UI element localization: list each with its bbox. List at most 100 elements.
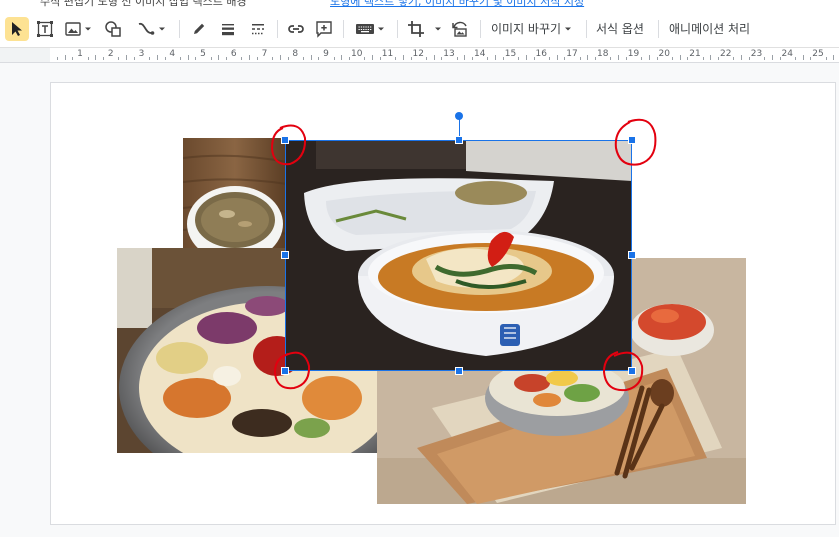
reset-image-icon: [451, 20, 469, 38]
line-icon: [136, 20, 156, 38]
ruler-tick: [495, 55, 497, 60]
chevron-down-icon: [434, 25, 442, 33]
replace-image-menu[interactable]: 이미지 바꾸기: [491, 17, 572, 41]
keyboard-icon: [355, 22, 375, 36]
replace-image-label: 이미지 바꾸기: [491, 22, 562, 36]
ruler-tick: [425, 57, 427, 60]
ruler-tick: [156, 55, 158, 60]
help-link-fragment[interactable]: 도형에 텍스트 넣기, 이미지 바꾸기 및 이미지 서식 지정: [330, 0, 584, 9]
ruler-tick: [249, 55, 251, 60]
ruler-tick: [126, 55, 128, 60]
format-options-button[interactable]: 서식 옵션: [596, 17, 644, 41]
crop-icon: [407, 20, 425, 38]
ruler-number: 24: [781, 49, 793, 59]
ruler-tick: [679, 55, 681, 60]
select-tool-button[interactable]: [5, 17, 29, 41]
ruler-tick: [87, 57, 89, 60]
ruler-tick: [95, 55, 97, 60]
ruler-tick: [641, 57, 643, 60]
ruler-tick: [595, 57, 597, 60]
ruler-tick: [625, 57, 627, 60]
chevron-down-icon: [158, 25, 166, 33]
ruler-tick: [379, 57, 381, 60]
ruler-number: 12: [412, 49, 424, 59]
ruler-number: 5: [200, 49, 206, 59]
ruler-tick: [64, 55, 66, 60]
select-arrow-icon: [10, 21, 24, 37]
border-dash-button[interactable]: [246, 17, 270, 41]
ruler-tick: [579, 57, 581, 60]
ruler-tick: [187, 55, 189, 60]
ruler-tick: [810, 57, 812, 60]
ruler-tick: [372, 55, 374, 60]
ruler-tick: [502, 57, 504, 60]
reset-image-button[interactable]: [448, 17, 472, 41]
ruler-tick: [103, 57, 105, 60]
link-icon: [287, 23, 305, 35]
rotate-handle[interactable]: [455, 112, 463, 120]
ruler-number: 9: [323, 49, 329, 59]
ruler-number: 10: [351, 49, 363, 59]
ruler-tick: [656, 57, 658, 60]
border-color-button[interactable]: [187, 17, 211, 41]
text-box-icon: [36, 20, 54, 38]
ruler-number: 7: [261, 49, 268, 59]
insert-image-button[interactable]: [61, 17, 95, 41]
menu-fragment: 수식 편집기 도형 선 이미지 삽입 텍스트 배경: [40, 0, 247, 8]
ruler-tick: [556, 55, 558, 60]
ruler-number: 6: [230, 49, 237, 59]
ruler-tick: [364, 57, 366, 60]
ruler-tick: [164, 57, 166, 60]
ruler-tick: [395, 57, 397, 60]
ruler-number: 1: [77, 49, 83, 59]
ruler-tick: [287, 57, 289, 60]
ruler-tick: [402, 55, 404, 60]
add-comment-icon: [315, 20, 333, 38]
ruler-tick: [149, 57, 151, 60]
ruler-tick: [771, 55, 773, 60]
ruler-tick: [433, 55, 435, 60]
ruler-tick: [226, 57, 228, 60]
mask-image-button[interactable]: [430, 17, 446, 41]
ruler-tick: [302, 57, 304, 60]
toolbar-divider: [586, 20, 587, 38]
ruler-tick: [741, 55, 743, 60]
ruler-tick: [825, 57, 827, 60]
toolbar-divider: [343, 20, 344, 38]
crop-image-button[interactable]: [404, 17, 428, 41]
ruler-tick: [195, 57, 197, 60]
ruler-number: 8: [292, 49, 299, 59]
ruler-number: 22: [720, 49, 732, 59]
ruler-number: 11: [381, 49, 394, 59]
shapes-icon: [104, 20, 122, 38]
ruler-tick: [648, 55, 650, 60]
ruler-tick: [179, 57, 181, 60]
add-comment-button[interactable]: [312, 17, 336, 41]
ruler-tick: [272, 57, 274, 60]
line-dash-icon: [250, 21, 266, 37]
line-button[interactable]: [131, 17, 171, 41]
ruler-number: 21: [689, 49, 701, 59]
insert-link-button[interactable]: [284, 17, 308, 41]
ruler-tick: [671, 57, 673, 60]
menu-bar-clipped: 수식 편집기 도형 선 이미지 삽입 텍스트 배경 도형에 텍스트 넣기, 이미…: [0, 0, 839, 10]
ruler-number: 18: [597, 49, 609, 59]
horizontal-ruler[interactable]: 1 2 3 4 5 6 7 8 9 10 11 12 13 14 15 16 17 18 19 20 21 22 23 24 2…: [0, 48, 839, 63]
ruler-tick: [341, 55, 343, 60]
input-tools-button[interactable]: [350, 17, 390, 41]
mushroom-soup-photo[interactable]: [183, 138, 287, 250]
animate-button[interactable]: 애니메이션 처리: [669, 17, 750, 41]
ruler-tick: [56, 57, 58, 60]
border-weight-button[interactable]: [216, 17, 240, 41]
image-toolbar: 이미지 바꾸기 서식 옵션 애니메이션 처리: [0, 10, 839, 48]
ruler-tick: [587, 55, 589, 60]
ruler-number: 16: [535, 49, 547, 59]
ruler-tick: [802, 55, 804, 60]
text-box-button[interactable]: [33, 17, 57, 41]
ruler-number: 20: [658, 49, 670, 59]
shapes-button[interactable]: [101, 17, 125, 41]
ruler-number: 17: [566, 49, 578, 59]
noodle-soup-photo[interactable]: [286, 141, 632, 371]
chevron-down-icon: [84, 25, 92, 33]
ruler-tick: [410, 57, 412, 60]
